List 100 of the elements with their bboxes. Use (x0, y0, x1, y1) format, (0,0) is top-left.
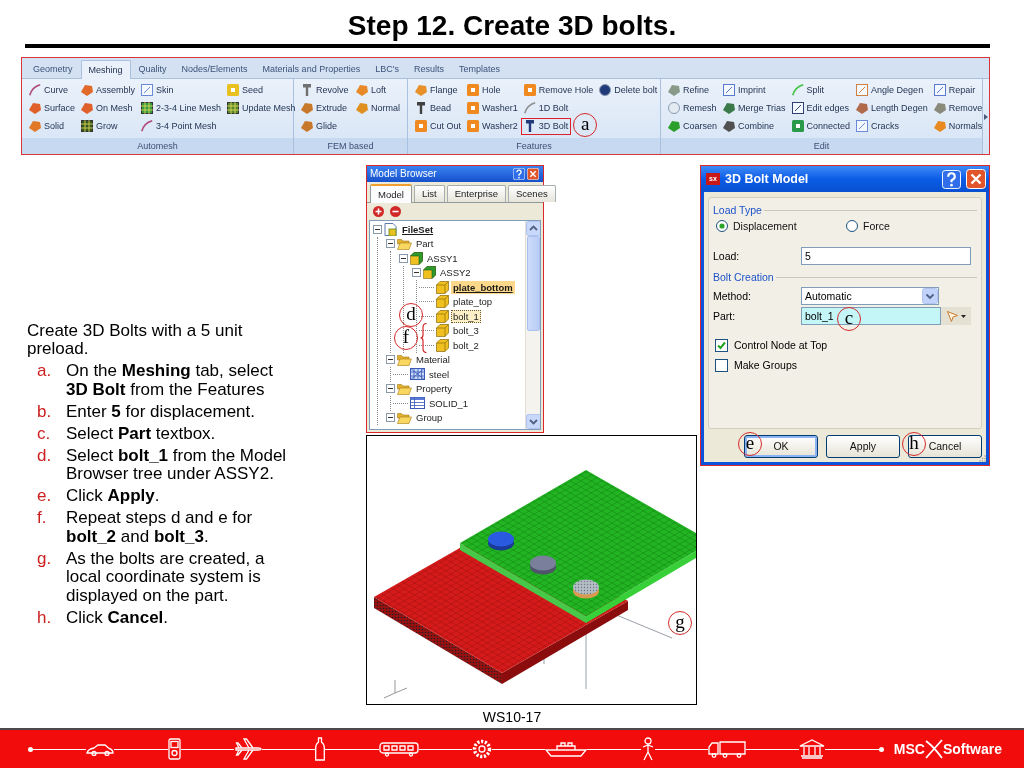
ribbon-tool[interactable]: Hole (464, 81, 504, 99)
tree-item[interactable]: bolt_3 (451, 324, 481, 338)
dropdown[interactable]: Automatic (801, 287, 939, 305)
ribbon-tool[interactable]: Flange (412, 81, 461, 99)
tree-item[interactable]: Material (414, 353, 452, 367)
tree-item[interactable]: bolt_1 (451, 309, 481, 323)
checkbox-icon[interactable] (715, 358, 728, 372)
ribbon-tab[interactable]: LBC's (368, 60, 406, 78)
ribbon-tool[interactable]: Washer1 (464, 99, 521, 117)
chevron-up-icon[interactable] (526, 221, 540, 236)
panel-tab[interactable]: Scenes (508, 185, 556, 202)
ribbon-tool[interactable]: Connected (788, 117, 854, 135)
ribbon-tool[interactable]: Merge Trias (720, 99, 789, 117)
panel-tab[interactable]: Enterprise (446, 185, 506, 202)
ribbon-tab[interactable]: Meshing (80, 60, 131, 79)
ribbon-tab[interactable]: Quality (131, 60, 174, 78)
tree-item[interactable]: ASSY1 (425, 251, 460, 265)
ribbon-tab[interactable]: Templates (451, 60, 507, 78)
ribbon-tool[interactable]: Edit edges (788, 99, 853, 117)
radio-icon[interactable] (846, 220, 858, 232)
scrollbar[interactable] (525, 221, 540, 429)
ribbon-tool[interactable]: 3-4 Point Mesh (138, 117, 220, 135)
ribbon-tool[interactable]: Extrude (298, 99, 351, 117)
ribbon-tool[interactable]: Surface (26, 99, 79, 117)
help-icon[interactable] (513, 168, 525, 180)
tree-item[interactable]: plate_bottom (451, 280, 515, 294)
ribbon-tool[interactable]: Normals (930, 117, 986, 135)
collapse-icon[interactable] (399, 253, 408, 263)
minus-icon[interactable] (390, 206, 401, 217)
ribbon-tool[interactable]: Angle Degen (853, 81, 927, 99)
ribbon-tool[interactable]: Solid (26, 117, 67, 135)
ribbon-tool[interactable]: Revolve (298, 81, 352, 99)
ribbon-tool[interactable]: Skin (138, 81, 177, 99)
tile-icon (227, 84, 240, 96)
panel-tab[interactable]: Model (370, 184, 412, 203)
ribbon-tab[interactable]: Geometry (26, 60, 80, 78)
checkbox-option[interactable]: Make Groups (713, 357, 977, 373)
tree-item[interactable]: FileSet (400, 222, 436, 236)
ribbon-tool[interactable]: Update Mesh (224, 99, 299, 117)
ribbon-tool[interactable]: Length Degen (853, 99, 931, 117)
ribbon-tool[interactable]: 2-3-4 Line Mesh (138, 99, 225, 117)
tree-item[interactable]: Property (414, 382, 454, 396)
collapse-icon[interactable] (386, 413, 395, 423)
ribbon-tool[interactable]: 1D Bolt (520, 99, 572, 117)
collapse-icon[interactable] (412, 268, 421, 278)
help-icon[interactable] (942, 169, 961, 189)
ribbon-tool[interactable]: Normal (353, 99, 403, 117)
ribbon-tool[interactable]: Assembly (78, 81, 139, 99)
caret-icon[interactable] (960, 314, 966, 318)
input-field[interactable]: 5 (801, 247, 971, 265)
ribbon-tab[interactable]: Nodes/Elements (174, 60, 255, 78)
ribbon-tool[interactable]: 3D Bolt (520, 117, 572, 135)
ribbon-tool[interactable]: Grow (78, 117, 121, 135)
close-icon[interactable] (527, 168, 539, 180)
ribbon-tool[interactable]: Delete bolt (596, 81, 661, 99)
collapse-icon[interactable] (373, 224, 382, 234)
collapse-icon[interactable] (386, 355, 395, 365)
checkbox-icon[interactable] (715, 338, 728, 352)
ribbon-tool[interactable]: Remove Hole (520, 81, 597, 99)
tree-item[interactable]: steel (427, 367, 452, 381)
ribbon-tool[interactable]: Washer2 (464, 117, 521, 135)
cube-icon (436, 338, 449, 352)
radio-icon[interactable] (716, 220, 728, 232)
scroll-thumb[interactable] (526, 236, 540, 331)
chevron-down-icon[interactable] (526, 414, 540, 429)
tree-item[interactable]: bolt_2 (451, 338, 481, 352)
tree-item[interactable]: plate_top (451, 295, 495, 309)
ribbon-tool[interactable]: Refine (665, 81, 712, 99)
ribbon-tool[interactable]: Cut Out (412, 117, 464, 135)
tree-item[interactable]: SOLID_1 (427, 396, 471, 410)
tree-item[interactable]: ASSY2 (438, 266, 473, 280)
tree-item[interactable]: Group (414, 411, 445, 425)
ribbon-tool[interactable]: Remove (930, 99, 986, 117)
ribbon-tool[interactable]: Bead (412, 99, 455, 117)
ribbon-tab[interactable]: Materials and Properties (255, 60, 368, 78)
plus-icon[interactable] (373, 206, 384, 217)
close-icon[interactable] (966, 169, 986, 189)
person-icon (640, 737, 655, 761)
tree-item[interactable]: Part (414, 237, 436, 251)
radio-option[interactable]: Force (846, 220, 976, 232)
ribbon-tool[interactable]: Imprint (720, 81, 769, 99)
ribbon-tool[interactable]: Curve (26, 81, 71, 99)
step-text: Select bolt_1 from the Model Browser tree under ASSY2. (66, 446, 288, 484)
ribbon-tool[interactable]: Seed (224, 81, 267, 99)
ribbon-tool[interactable]: Remesh (665, 99, 720, 117)
checkbox-option[interactable]: Control Node at Top (713, 337, 977, 353)
ribbon-tool[interactable]: Combine (720, 117, 778, 135)
ribbon-tool[interactable]: Loft (353, 81, 389, 99)
collapse-icon[interactable] (386, 384, 395, 394)
radio-option[interactable]: Displacement (716, 220, 846, 232)
ribbon-tool[interactable]: Repair (930, 81, 979, 99)
dialog-button[interactable]: Apply (826, 435, 900, 458)
panel-tab[interactable]: List (413, 185, 445, 202)
ribbon-tool[interactable]: Split (788, 81, 828, 99)
collapse-icon[interactable] (386, 239, 395, 249)
ribbon-tool[interactable]: On Mesh (78, 99, 136, 117)
ribbon-tool[interactable]: Cracks (853, 117, 903, 135)
ribbon-tool[interactable]: Coarsen (665, 117, 721, 135)
ribbon-tab[interactable]: Results (406, 60, 451, 78)
ribbon-tool[interactable]: Glide (298, 117, 340, 135)
